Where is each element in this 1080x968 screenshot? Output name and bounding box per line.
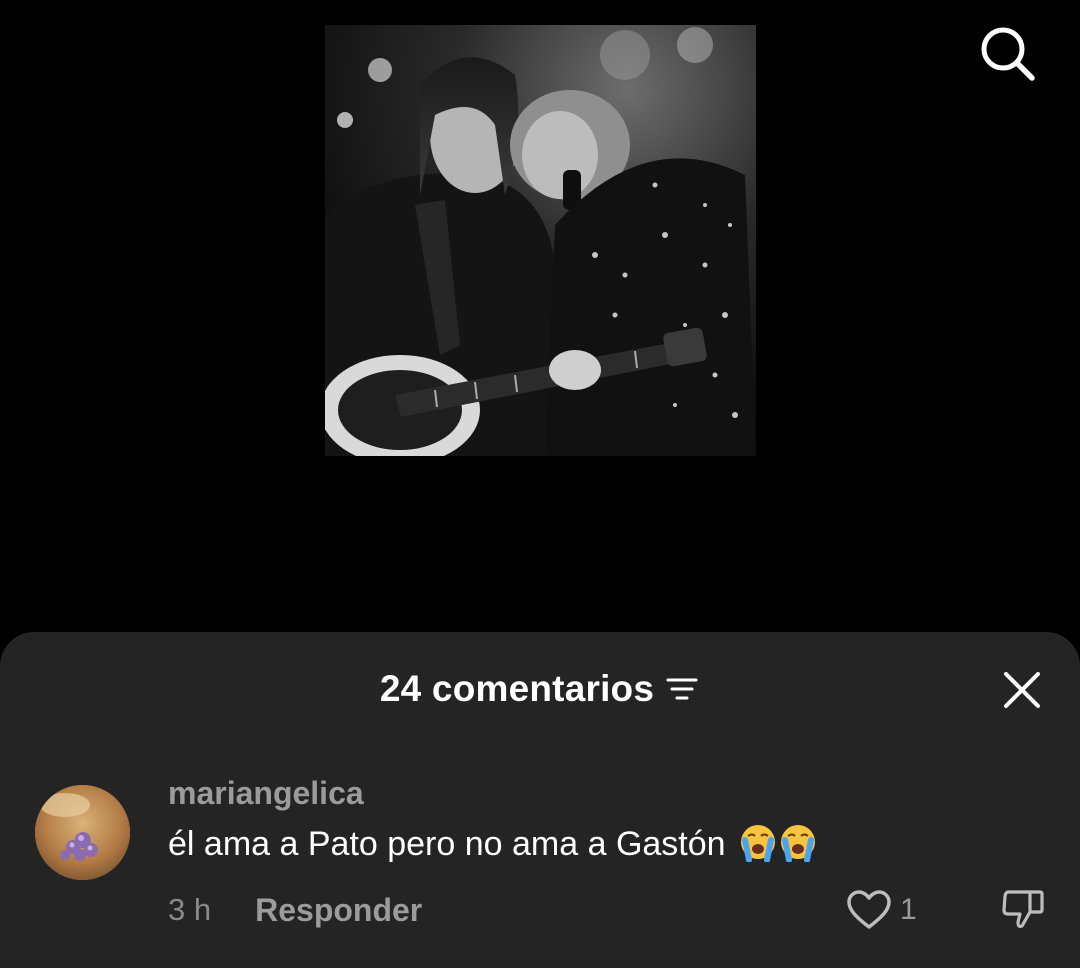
comments-count-title: 24 comentarios	[379, 668, 655, 709]
close-icon	[1004, 672, 1040, 708]
search-button[interactable]	[972, 18, 1044, 90]
reply-button[interactable]: Responder	[255, 892, 422, 929]
avatar[interactable]	[35, 785, 130, 880]
like-count: 1	[900, 893, 917, 926]
concert-photo	[325, 25, 756, 456]
filter-sort-icon[interactable]	[664, 671, 700, 707]
comments-title-wrapper: 24 comentarios	[0, 668, 1080, 710]
like-button[interactable]: 1	[846, 885, 917, 935]
dislike-button[interactable]	[996, 882, 1050, 936]
comment-item: mariangelica él ama a Pato pero no ama a…	[0, 772, 1080, 962]
comment-timestamp: 3 h	[168, 892, 212, 927]
comment-username[interactable]: mariangelica	[168, 775, 364, 812]
search-icon	[981, 27, 1035, 81]
comments-sheet: 24 comentarios mariangelica él ama a Pat…	[0, 632, 1080, 968]
heart-outline-icon	[847, 890, 891, 929]
post-media-photo[interactable]	[325, 25, 756, 456]
screen: 24 comentarios mariangelica él ama a Pat…	[0, 0, 1080, 968]
crying-emoji-icon	[739, 822, 817, 871]
thumbs-down-icon	[1002, 890, 1044, 929]
comment-meta: 3 h Responder	[168, 890, 422, 930]
comment-body: él ama a Pato pero no ama a Gastón	[168, 825, 726, 863]
comment-text: él ama a Pato pero no ama a Gastón	[168, 822, 817, 871]
avatar-flower-image	[35, 785, 130, 880]
close-button[interactable]	[992, 660, 1052, 720]
comments-sheet-header: 24 comentarios	[0, 632, 1080, 750]
